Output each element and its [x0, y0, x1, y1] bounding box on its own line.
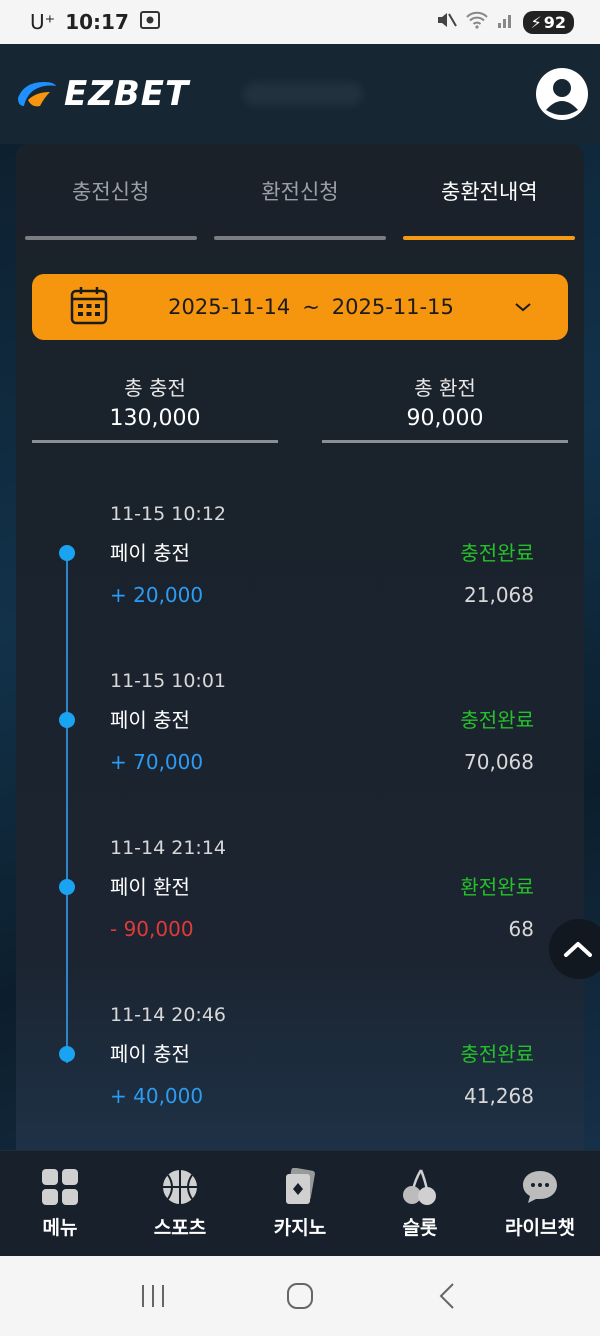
- entry-status: 환전완료: [460, 875, 534, 899]
- entry-amount: + 40,000: [110, 1084, 204, 1108]
- nav-menu[interactable]: 메뉴: [5, 1167, 115, 1240]
- nav-label: 메뉴: [42, 1217, 78, 1239]
- app-header: EZBET: [0, 44, 600, 144]
- chat-icon: [520, 1167, 560, 1207]
- nav-sports[interactable]: 스포츠: [125, 1167, 235, 1240]
- system-nav-bar: [0, 1256, 600, 1336]
- entry-status: 충전완료: [460, 541, 534, 565]
- tab-underline: [403, 236, 576, 240]
- wifi-icon: [465, 10, 489, 34]
- chevron-up-icon: [564, 942, 592, 957]
- history-entry: 11-14 21:14 페이 환전 환전완료 - 90,000 68: [16, 837, 584, 1004]
- nav-label: 라이브챗: [505, 1217, 575, 1239]
- basketball-icon: [160, 1167, 200, 1207]
- entry-balance: 68: [508, 917, 534, 941]
- entry-status: 충전완료: [460, 708, 534, 732]
- cherry-icon: [400, 1167, 440, 1207]
- status-bar: U⁺ 10:17 ⚡ 92: [0, 0, 600, 44]
- nav-slots[interactable]: 슬롯: [365, 1167, 475, 1240]
- tab-label: 환전신청: [261, 180, 339, 204]
- entry-time: 11-14 21:14: [110, 837, 227, 859]
- entry-time: 11-14 20:46: [110, 1004, 227, 1026]
- mute-icon: [435, 10, 457, 34]
- carrier-label: U⁺: [30, 10, 56, 34]
- entry-balance: 70,068: [464, 750, 534, 774]
- total-exchange-label: 총 환전: [414, 376, 476, 400]
- nav-label: 슬롯: [402, 1217, 438, 1239]
- battery-indicator: ⚡ 92: [522, 10, 574, 34]
- entry-amount: + 70,000: [110, 750, 204, 774]
- ezbet-logo-icon: [18, 82, 56, 107]
- entry-type: 페이 충전: [110, 541, 190, 565]
- tab-underline: [213, 236, 386, 240]
- date-separator: ~: [302, 295, 320, 319]
- screen-record-icon: [139, 10, 161, 35]
- user-icon: [538, 70, 586, 118]
- totals-summary: 총 충전 130,000 총 환전 90,000: [32, 374, 568, 443]
- battery-level: 92: [543, 12, 566, 32]
- history-entry: 11-15 10:01 페이 충전 충전완료 + 70,000 70,068: [16, 670, 584, 837]
- home-button[interactable]: [270, 1271, 330, 1321]
- bolt-icon: ⚡: [530, 12, 542, 32]
- cards-icon: [280, 1167, 320, 1207]
- timeline-dot: [59, 1046, 75, 1062]
- nav-livechat[interactable]: 라이브챗: [485, 1167, 595, 1240]
- bottom-nav: 메뉴 스포츠 카지노 슬롯 라이브챗: [0, 1150, 600, 1256]
- tab-exchange-request[interactable]: 환전신청: [205, 144, 394, 240]
- timeline-dot: [59, 545, 75, 561]
- back-icon: [439, 1283, 454, 1309]
- back-button[interactable]: [417, 1271, 477, 1321]
- date-range-text: 2025-11-14 ~2025-11-15: [108, 295, 514, 319]
- entry-amount: + 20,000: [110, 583, 204, 607]
- scroll-top-button[interactable]: [549, 919, 600, 979]
- recent-apps-icon: [142, 1285, 165, 1307]
- entry-balance: 41,268: [464, 1084, 534, 1108]
- entry-amount: - 90,000: [110, 917, 194, 941]
- recent-apps-button[interactable]: [123, 1271, 183, 1321]
- entry-status: 충전완료: [460, 1042, 534, 1066]
- tab-label: 충전신청: [72, 180, 150, 204]
- total-charge-value: 130,000: [109, 406, 201, 431]
- logo[interactable]: EZBET: [14, 74, 364, 114]
- timeline-dot: [59, 879, 75, 895]
- entry-time: 11-15 10:01: [110, 670, 227, 692]
- nav-label: 카지노: [273, 1217, 327, 1239]
- entry-type: 페이 충전: [110, 1042, 190, 1066]
- tab-charge-request[interactable]: 충전신청: [16, 144, 205, 240]
- tab-bar: 충전신청 환전신청 충환전내역: [16, 144, 584, 240]
- total-exchange-value: 90,000: [406, 406, 484, 431]
- chevron-down-icon: [514, 298, 532, 317]
- total-charge-label: 총 충전: [124, 376, 186, 400]
- tab-underline: [24, 236, 197, 240]
- history-timeline: 11-15 10:12 페이 충전 충전완료 + 20,000 21,068 1…: [16, 503, 584, 1150]
- timeline-dot: [59, 712, 75, 728]
- entry-balance: 21,068: [464, 583, 534, 607]
- transaction-panel: 충전신청 환전신청 충환전내역 2025-11-14 ~2025-11-15 총…: [16, 144, 584, 1150]
- calendar-icon: [70, 285, 108, 329]
- profile-button[interactable]: [536, 68, 588, 120]
- history-entry: 11-14 20:46 페이 충전 충전완료 + 40,000 41,268: [16, 1004, 584, 1150]
- start-date: 2025-11-14: [168, 295, 291, 319]
- blurred-username: [243, 82, 364, 106]
- entry-type: 페이 환전: [110, 875, 190, 899]
- date-range-picker[interactable]: 2025-11-14 ~2025-11-15: [32, 274, 568, 340]
- grid-icon: [40, 1167, 80, 1207]
- clock: 10:17: [65, 10, 129, 34]
- tab-history[interactable]: 충환전내역: [395, 144, 584, 240]
- signal-icon: [497, 11, 515, 33]
- total-exchange: 총 환전 90,000: [322, 374, 568, 443]
- logo-text: EZBET: [64, 74, 190, 114]
- history-entry: 11-15 10:12 페이 충전 충전완료 + 20,000 21,068: [16, 503, 584, 670]
- tab-label: 충환전내역: [441, 180, 538, 204]
- nav-casino[interactable]: 카지노: [245, 1167, 355, 1240]
- end-date: 2025-11-15: [331, 295, 454, 319]
- entry-time: 11-15 10:12: [110, 503, 227, 525]
- total-charge: 총 충전 130,000: [32, 374, 278, 443]
- nav-label: 스포츠: [153, 1217, 207, 1239]
- home-icon: [286, 1283, 313, 1309]
- entry-type: 페이 충전: [110, 708, 190, 732]
